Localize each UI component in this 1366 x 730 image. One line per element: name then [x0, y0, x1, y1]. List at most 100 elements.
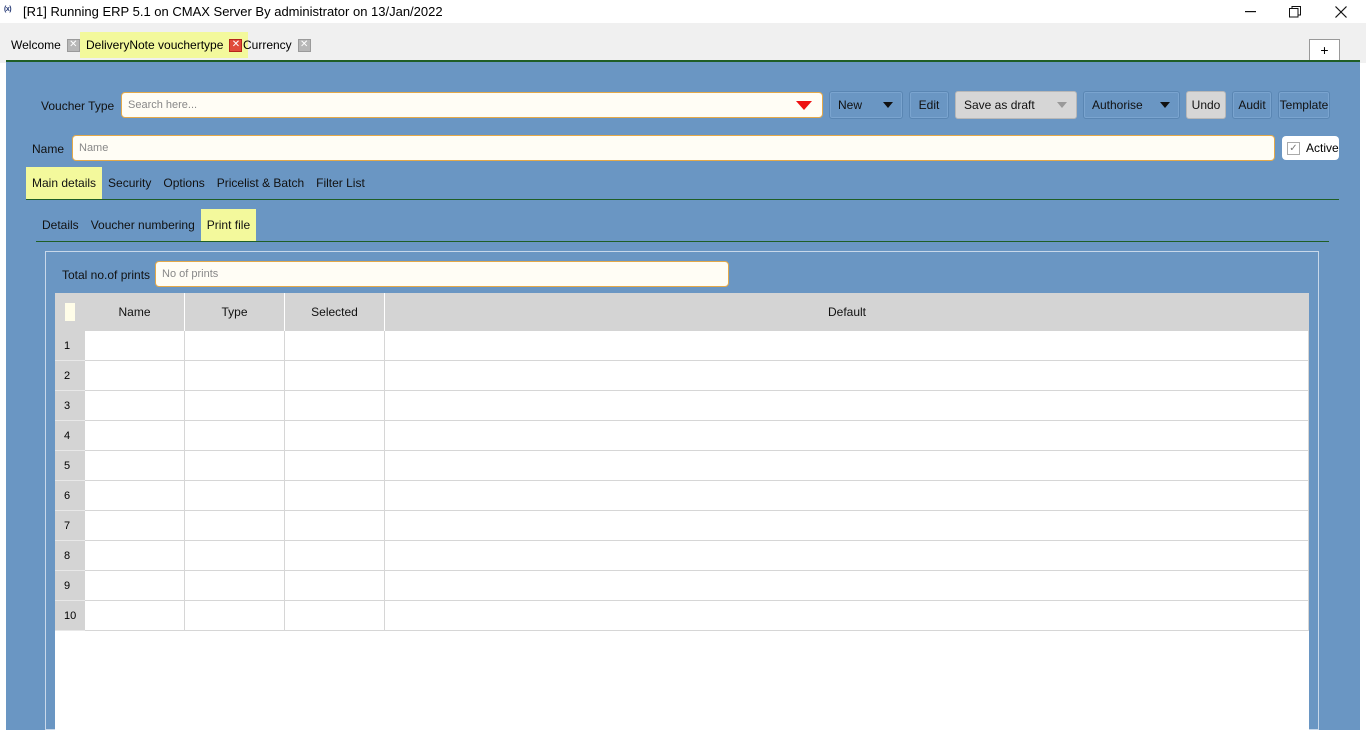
cell-type[interactable]	[185, 541, 285, 571]
cell-name[interactable]	[85, 601, 185, 631]
row-number[interactable]: 2	[55, 361, 85, 391]
chevron-down-icon[interactable]	[1151, 92, 1179, 118]
name-input[interactable]: Name	[72, 135, 1275, 161]
cell-selected[interactable]	[285, 571, 385, 601]
column-header-type[interactable]: Type	[185, 293, 285, 331]
table-row[interactable]: 6	[55, 481, 1309, 511]
row-number[interactable]: 8	[55, 541, 85, 571]
voucher-type-search-input[interactable]: Search here...	[121, 92, 823, 118]
cell-selected[interactable]	[285, 331, 385, 361]
tab-pricelist-batch[interactable]: Pricelist & Batch	[211, 167, 310, 199]
cell-default[interactable]	[385, 571, 1309, 601]
close-window-icon[interactable]	[1318, 0, 1364, 23]
table-row[interactable]: 10	[55, 601, 1309, 631]
cell-name[interactable]	[85, 541, 185, 571]
audit-button[interactable]: Audit	[1232, 91, 1272, 119]
cell-name[interactable]	[85, 451, 185, 481]
template-button[interactable]: Template	[1278, 91, 1330, 119]
chevron-down-icon[interactable]	[874, 92, 902, 118]
table-row[interactable]: 2	[55, 361, 1309, 391]
cell-default[interactable]	[385, 361, 1309, 391]
cell-default[interactable]	[385, 601, 1309, 631]
select-all-checkbox[interactable]	[65, 303, 75, 321]
select-all-cell[interactable]	[55, 293, 85, 331]
cell-selected[interactable]	[285, 511, 385, 541]
cell-type[interactable]	[185, 571, 285, 601]
table-row[interactable]: 4	[55, 421, 1309, 451]
row-number[interactable]: 4	[55, 421, 85, 451]
cell-name[interactable]	[85, 361, 185, 391]
row-number[interactable]: 10	[55, 601, 85, 631]
cell-selected[interactable]	[285, 451, 385, 481]
cell-name[interactable]	[85, 421, 185, 451]
cell-selected[interactable]	[285, 361, 385, 391]
tab-options[interactable]: Options	[157, 167, 210, 199]
checkbox-icon[interactable]: ✓	[1287, 141, 1300, 155]
cell-name[interactable]	[85, 391, 185, 421]
tab-main-details[interactable]: Main details	[26, 167, 103, 199]
dropdown-arrow-icon[interactable]	[796, 101, 812, 110]
cell-type[interactable]	[185, 451, 285, 481]
tab-details[interactable]: Details	[36, 209, 85, 241]
sub-tab-divider	[36, 241, 1329, 242]
cell-type[interactable]	[185, 361, 285, 391]
table-row[interactable]: 3	[55, 391, 1309, 421]
cell-name[interactable]	[85, 331, 185, 361]
row-number[interactable]: 9	[55, 571, 85, 601]
edit-button[interactable]: Edit	[909, 91, 949, 119]
cell-name[interactable]	[85, 511, 185, 541]
tab-welcome[interactable]: Welcome ✕	[5, 32, 86, 58]
close-tab-icon[interactable]: ✕	[297, 38, 311, 52]
cell-name[interactable]	[85, 571, 185, 601]
column-header-name[interactable]: Name	[85, 293, 185, 331]
minimize-icon[interactable]	[1227, 0, 1273, 23]
undo-button[interactable]: Undo	[1186, 91, 1226, 119]
tab-deliverynote-vouchertype[interactable]: DeliveryNote vouchertype ✕	[80, 32, 249, 58]
close-tab-icon[interactable]: ✕	[66, 38, 80, 52]
column-header-default[interactable]: Default	[385, 293, 1309, 331]
table-row[interactable]: 1	[55, 331, 1309, 361]
tab-currency[interactable]: Currency ✕	[237, 32, 317, 58]
tab-filter-list[interactable]: Filter List	[310, 167, 371, 199]
cell-type[interactable]	[185, 331, 285, 361]
cell-type[interactable]	[185, 511, 285, 541]
cell-type[interactable]	[185, 421, 285, 451]
cell-type[interactable]	[185, 601, 285, 631]
cell-type[interactable]	[185, 391, 285, 421]
row-number[interactable]: 7	[55, 511, 85, 541]
table-row[interactable]: 5	[55, 451, 1309, 481]
cell-selected[interactable]	[285, 481, 385, 511]
cell-default[interactable]	[385, 451, 1309, 481]
authorise-button[interactable]: Authorise	[1083, 91, 1180, 119]
cell-default[interactable]	[385, 331, 1309, 361]
cell-type[interactable]	[185, 481, 285, 511]
chevron-down-icon[interactable]	[1048, 92, 1076, 118]
tab-print-file[interactable]: Print file	[200, 209, 257, 241]
cell-selected[interactable]	[285, 601, 385, 631]
cell-default[interactable]	[385, 541, 1309, 571]
row-number[interactable]: 6	[55, 481, 85, 511]
cell-default[interactable]	[385, 391, 1309, 421]
table-row[interactable]: 7	[55, 511, 1309, 541]
add-tab-button[interactable]: +	[1309, 39, 1340, 61]
cell-selected[interactable]	[285, 391, 385, 421]
table-row[interactable]: 8	[55, 541, 1309, 571]
row-number[interactable]: 1	[55, 331, 85, 361]
save-as-draft-button[interactable]: Save as draft	[955, 91, 1077, 119]
cell-name[interactable]	[85, 481, 185, 511]
new-button[interactable]: New	[829, 91, 903, 119]
cell-selected[interactable]	[285, 541, 385, 571]
cell-selected[interactable]	[285, 421, 385, 451]
active-checkbox[interactable]: ✓ Active	[1282, 136, 1339, 160]
tab-voucher-numbering[interactable]: Voucher numbering	[85, 209, 201, 241]
tab-security[interactable]: Security	[102, 167, 157, 199]
cell-default[interactable]	[385, 421, 1309, 451]
table-row[interactable]: 9	[55, 571, 1309, 601]
cell-default[interactable]	[385, 481, 1309, 511]
cell-default[interactable]	[385, 511, 1309, 541]
column-header-selected[interactable]: Selected	[285, 293, 385, 331]
row-number[interactable]: 3	[55, 391, 85, 421]
total-prints-input[interactable]: No of prints	[155, 261, 729, 287]
restore-icon[interactable]	[1272, 0, 1318, 23]
row-number[interactable]: 5	[55, 451, 85, 481]
